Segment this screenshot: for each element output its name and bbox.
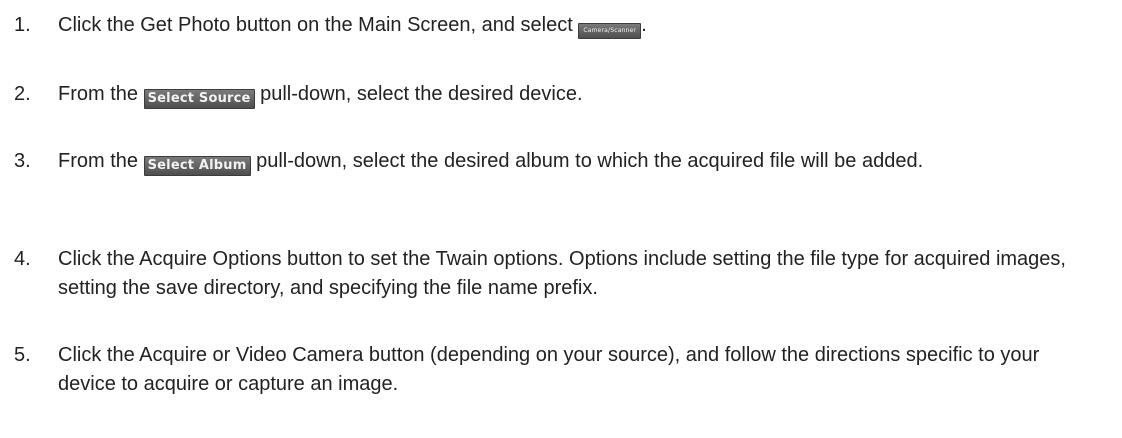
step-text: From the Select Album pull-down, select … (58, 147, 1088, 176)
instruction-list: 1. Click the Get Photo button on the Mai… (0, 0, 1122, 438)
step-text: Click the Acquire or Video Camera button… (58, 344, 1040, 395)
step-text: Click the Get Photo button on the Main S… (58, 11, 1088, 40)
step-text-before: From the (58, 83, 144, 105)
step-number: 2. (14, 83, 31, 105)
select-album-label-image: Select Album (143, 156, 251, 176)
camera-scanner-button-image: Camera/Scanner (578, 23, 642, 39)
step-text: Click the Acquire Options button to set … (58, 248, 1066, 299)
step-number: 3. (14, 150, 31, 172)
step-text: From the Select Source pull-down, select… (58, 80, 1088, 109)
step-text-before: Click the Get Photo button on the Main S… (58, 14, 579, 36)
step-text-after: . (641, 14, 647, 36)
step-number: 1. (14, 14, 31, 36)
step-number: 4. (14, 248, 31, 270)
step-text-after: pull-down, select the desired device. (254, 83, 583, 105)
step-number: 5. (14, 344, 31, 366)
select-source-label-image: Select Source (143, 89, 255, 109)
step-text-before: From the (58, 150, 144, 172)
step-text-after: pull-down, select the desired album to w… (250, 150, 924, 172)
